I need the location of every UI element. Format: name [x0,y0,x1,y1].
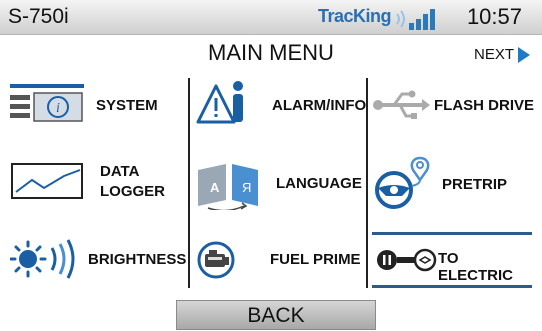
brand-logo: TracKing [318,6,392,26]
menu-language-label: LANGUAGE [276,175,362,192]
system-info-icon: i [10,84,84,122]
svg-text:i: i [56,101,60,116]
menu-pretrip[interactable]: PRETRIP [372,156,537,210]
column-divider-right [366,78,368,288]
menu-brightness-label: BRIGHTNESS [88,251,187,268]
menu-system[interactable]: i SYSTEM [10,82,180,128]
usb-icon [373,90,430,119]
clock: 10:57 [466,4,522,29]
menu-to-electric[interactable]: TO ELECTRIC [372,232,532,288]
menu-to-electric-label: TO ELECTRIC [438,250,513,284]
svg-text:A: A [210,180,220,195]
menu-flash-drive[interactable]: FLASH DRIVE [372,82,537,128]
language-icon: A Я [198,164,258,210]
menu-pretrip-label: PRETRIP [442,176,508,193]
device-model: S-750i [8,5,69,28]
column-divider-left [188,78,190,288]
menu-fuel-prime[interactable]: FUEL PRIME [196,236,361,284]
menu-data-logger[interactable]: DATA LOGGER [10,158,180,208]
svg-text:Я: Я [242,180,251,195]
plug-switch-icon [377,248,437,272]
menu-alarm-info[interactable]: ALARM/INFO [196,80,366,130]
alarm-warning-icon [196,81,243,124]
signal-strength-icon [396,9,435,30]
menu-data-logger-label-1: DATA [100,163,140,180]
next-button[interactable]: NEXT [474,46,531,63]
back-button[interactable]: BACK [176,300,376,330]
menu-language[interactable]: A Я LANGUAGE [196,158,362,210]
chart-line-icon [11,163,83,199]
menu-data-logger-label-2: LOGGER [100,183,166,200]
menu-fuel-prime-label: FUEL PRIME [270,251,361,268]
menu-system-label: SYSTEM [96,97,158,114]
arrow-right-icon [518,46,531,63]
next-label: NEXT [474,46,515,63]
steering-wheel-location-icon [375,156,430,209]
page-title: MAIN MENU [208,40,334,65]
menu-flash-drive-label: FLASH DRIVE [434,97,535,114]
menu-brightness[interactable]: BRIGHTNESS [10,236,186,284]
fuel-pump-icon [197,241,235,279]
status-bar: S-750i TracKing 10:57 [0,0,542,35]
menu-alarm-info-label: ALARM/INFO [272,97,367,114]
brightness-icon [10,239,75,279]
